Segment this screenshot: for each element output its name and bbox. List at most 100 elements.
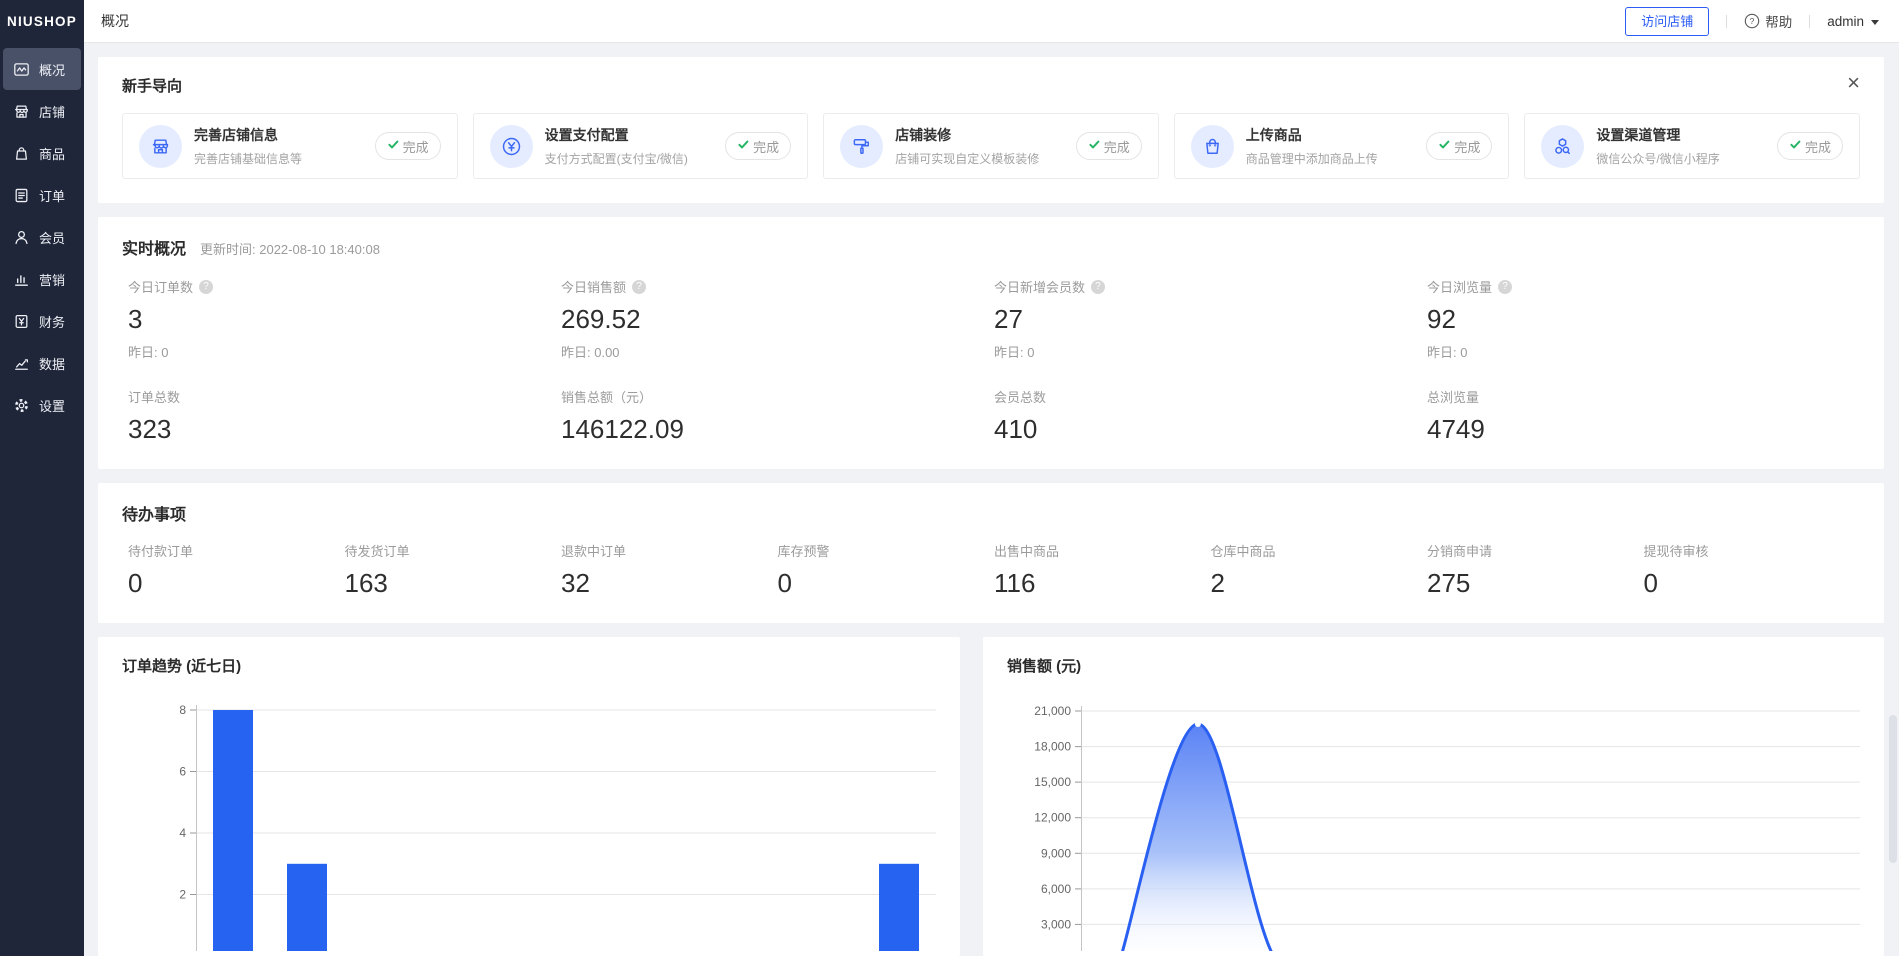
stat-label-text: 今日浏览量 [1427,277,1492,296]
guide-item-texts: 上传商品商品管理中添加商品上传 [1246,125,1427,167]
todo-item-value: 116 [994,568,1211,599]
help-icon[interactable]: ? [1091,280,1105,294]
sales-chart: 3,0006,0009,00012,00015,00018,00021,000 [1007,692,1860,951]
todo-item: 分销商申请 275 [1427,541,1644,599]
guide-title: 新手导向 [122,75,182,96]
sidebar-item-label: 商品 [39,144,65,163]
sidebar-item-overview[interactable]: 概况 [3,48,81,90]
username: admin [1827,14,1864,29]
sidebar-item-marketing[interactable]: 营销 [0,258,84,300]
status-badge: 完成 [1777,132,1843,160]
guide-item-channel[interactable]: 设置渠道管理微信公众号/微信小程序完成 [1524,113,1860,179]
todo-label-text: 出售中商品 [994,541,1059,560]
stat-yesterday: 昨日: 0 [1427,342,1860,361]
svg-text:21,000: 21,000 [1034,704,1071,718]
help-icon[interactable]: ? [1498,280,1512,294]
guide-item-title: 设置渠道管理 [1596,125,1777,145]
stat-value: 27 [994,304,1427,335]
guide-item-upload[interactable]: 上传商品商品管理中添加商品上传 完成 [1174,113,1510,179]
todo-grid: 待付款订单0待发货订单163退款中订单32库存预警0出售中商品116仓库中商品2… [122,541,1860,599]
guide-items: 完善店铺信息完善店铺基础信息等完成设置支付配置支付方式配置(支付宝/微信)完成店… [122,113,1860,179]
todo-item-label: 待付款订单 [128,541,345,560]
stat-today: 今日销售额? 269.52 昨日: 0.00 [561,277,994,361]
todo-item-label: 分销商申请 [1427,541,1644,560]
guide-item-title: 上传商品 [1246,125,1427,145]
stat-label: 总浏览量 [1427,387,1860,406]
todo-label-text: 待付款订单 [128,541,193,560]
status-badge-label: 完成 [1454,137,1480,156]
stat-value: 3 [128,304,561,335]
svg-text:15,000: 15,000 [1034,775,1071,789]
data-icon [13,355,30,372]
check-icon [737,138,750,154]
status-badge-label: 完成 [1104,137,1130,156]
sidebar-menu: 概况店铺商品订单会员营销财务数据设置 [0,43,84,426]
todo-label-text: 库存预警 [778,541,830,560]
todo-item-label: 出售中商品 [994,541,1211,560]
visit-shop-button[interactable]: 访问店铺 [1625,7,1709,36]
sidebar-item-shop[interactable]: 店铺 [0,90,84,132]
status-badge-label: 完成 [1805,137,1831,156]
sidebar-item-data[interactable]: 数据 [0,342,84,384]
scrollbar-thumb[interactable] [1889,715,1897,863]
chevron-down-icon [1871,20,1879,25]
todo-item-value: 275 [1427,568,1644,599]
check-icon [1438,138,1451,154]
svg-text:4: 4 [179,826,186,840]
todo-item-label: 提现待审核 [1644,541,1861,560]
overview-icon [13,61,30,78]
main-content: 新手导向 × 完善店铺信息完善店铺基础信息等完成设置支付配置支付方式配置(支付宝… [84,43,1899,956]
topbar: 概况 访问店铺 ? 帮助 admin [84,0,1899,43]
todo-section: 待办事项 待付款订单0待发货订单163退款中订单32库存预警0出售中商品116仓… [98,483,1884,623]
realtime-totals-grid: 订单总数323销售总额（元）146122.09会员总数410总浏览量4749 [122,387,1860,445]
sidebar-item-settings[interactable]: 设置 [0,384,84,426]
sidebar: NIUSHOP 概况店铺商品订单会员营销财务数据设置 [0,0,84,956]
todo-item-value: 32 [561,568,778,599]
guide-item-texts: 设置支付配置支付方式配置(支付宝/微信) [545,125,726,167]
todo-item: 库存预警0 [778,541,995,599]
channel-icon [1541,125,1584,168]
stat-label: 今日销售额? [561,277,994,296]
topbar-divider [1809,15,1810,28]
sidebar-item-label: 会员 [39,228,65,247]
upload-goods-icon [1191,125,1234,168]
guide-item-desc: 完善店铺基础信息等 [194,150,375,167]
sidebar-item-label: 数据 [39,354,65,373]
guide-item-texts: 完善店铺信息完善店铺基础信息等 [194,125,375,167]
storefront-icon [139,125,182,168]
topbar-right: 访问店铺 ? 帮助 admin [1625,7,1879,36]
stat-value: 146122.09 [561,414,994,445]
sidebar-item-label: 概况 [39,60,65,79]
todo-label-text: 提现待审核 [1644,541,1709,560]
svg-text:9,000: 9,000 [1041,846,1071,860]
close-icon[interactable]: × [1847,75,1860,91]
stat-label-text: 订单总数 [128,387,180,406]
svg-text:8: 8 [179,703,186,717]
breadcrumb: 概况 [101,11,1625,31]
stat-label: 今日浏览量? [1427,277,1860,296]
stat-label: 销售总额（元） [561,387,994,406]
stat-label-text: 今日销售额 [561,277,626,296]
sidebar-item-order[interactable]: 订单 [0,174,84,216]
status-badge: 完成 [1426,132,1492,160]
user-menu[interactable]: admin [1827,14,1879,29]
sidebar-item-goods[interactable]: 商品 [0,132,84,174]
stat-yesterday: 昨日: 0.00 [561,342,994,361]
sidebar-item-member[interactable]: 会员 [0,216,84,258]
help-link[interactable]: ? 帮助 [1744,11,1792,31]
svg-text:12,000: 12,000 [1034,811,1071,825]
sidebar-item-finance[interactable]: 财务 [0,300,84,342]
stat-label-text: 总浏览量 [1427,387,1479,406]
help-icon[interactable]: ? [632,280,646,294]
sidebar-item-label: 设置 [39,396,65,415]
todo-label-text: 分销商申请 [1427,541,1492,560]
stat-value: 269.52 [561,304,994,335]
help-icon[interactable]: ? [199,280,213,294]
check-icon [387,138,400,154]
stat-today: 今日新增会员数?27昨日: 0 [994,277,1427,361]
status-badge: 完成 [375,132,441,160]
guide-item-payment[interactable]: 设置支付配置支付方式配置(支付宝/微信)完成 [473,113,809,179]
guide-item-decorate[interactable]: 店铺装修店铺可实现自定义模板装修完成 [823,113,1159,179]
guide-item-shop-info[interactable]: 完善店铺信息完善店铺基础信息等完成 [122,113,458,179]
todo-item: 退款中订单32 [561,541,778,599]
